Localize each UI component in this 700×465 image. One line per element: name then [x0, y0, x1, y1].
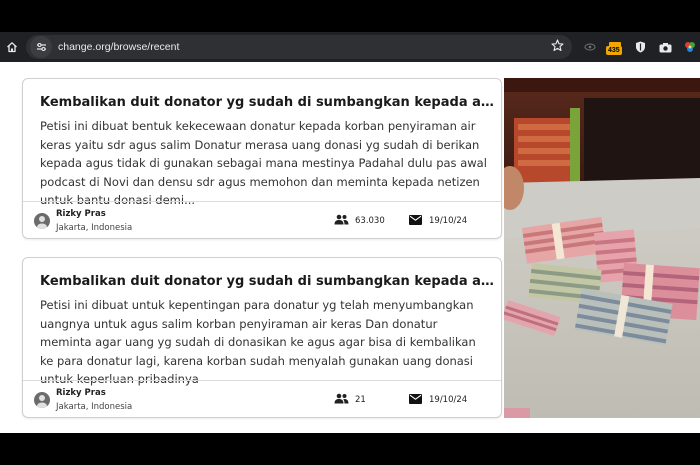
site-info-icon [36, 42, 46, 52]
money-stacks-image [504, 78, 700, 418]
bookmark-star-button[interactable] [551, 39, 564, 57]
author-name: Rizky Pras [56, 388, 106, 398]
extension-eye[interactable] [580, 37, 600, 57]
home-button[interactable] [0, 35, 24, 59]
petition-card[interactable]: Kembalikan duit donator yg sudah di sumb… [22, 257, 502, 418]
palette-icon [685, 42, 695, 52]
avatar-icon [34, 392, 50, 408]
supporter-count: 21 [355, 395, 366, 405]
petition-title[interactable]: Kembalikan duit donator yg sudah di sumb… [40, 95, 495, 110]
browser-toolbar: change.org/browse/recent 435 [0, 32, 700, 62]
window-top-frame [0, 0, 700, 32]
mail-icon [409, 215, 422, 225]
author-location: Jakarta, Indonesia [56, 223, 133, 233]
home-icon [7, 42, 17, 53]
people-icon [334, 214, 349, 225]
petition-date: 19/10/24 [429, 216, 468, 226]
camera-icon [659, 42, 671, 52]
author-name: Rizky Pras [56, 209, 106, 219]
petition-title[interactable]: Kembalikan duit donator yg sudah di sumb… [40, 274, 495, 289]
address-bar[interactable]: change.org/browse/recent [26, 35, 572, 59]
petition-photo[interactable] [504, 78, 700, 418]
petition-footer: Rizky Pras Jakarta, Indonesia 21 19/10/2… [23, 380, 501, 417]
extension-colorful[interactable] [680, 37, 700, 57]
petition-description: Petisi ini dibuat untuk kepentingan para… [40, 298, 476, 386]
url-text[interactable]: change.org/browse/recent [58, 41, 179, 53]
window-bottom-frame [0, 433, 700, 465]
petition-date: 19/10/24 [429, 395, 468, 405]
extension-camera[interactable] [655, 37, 675, 57]
site-info-button[interactable] [30, 36, 52, 58]
petition-card[interactable]: Kembalikan duit donator yg sudah di sumb… [22, 78, 502, 239]
mail-icon [409, 394, 422, 404]
petition-footer: Rizky Pras Jakarta, Indonesia 63.030 19/… [23, 201, 501, 238]
people-icon [334, 393, 349, 404]
avatar-icon [34, 213, 50, 229]
supporter-count: 63.030 [355, 216, 385, 226]
page-content: Kembalikan duit donator yg sudah di sumb… [0, 62, 700, 433]
petition-description: Petisi ini dibuat bentuk kekecewaan dona… [40, 119, 487, 207]
extension-shield[interactable] [630, 37, 650, 57]
extension-count-badge: 435 [606, 46, 622, 55]
star-icon [551, 39, 564, 52]
eye-off-icon [584, 43, 596, 51]
shield-icon [635, 41, 645, 53]
author-location: Jakarta, Indonesia [56, 402, 133, 412]
extension-badge-button[interactable]: 435 [605, 37, 625, 57]
